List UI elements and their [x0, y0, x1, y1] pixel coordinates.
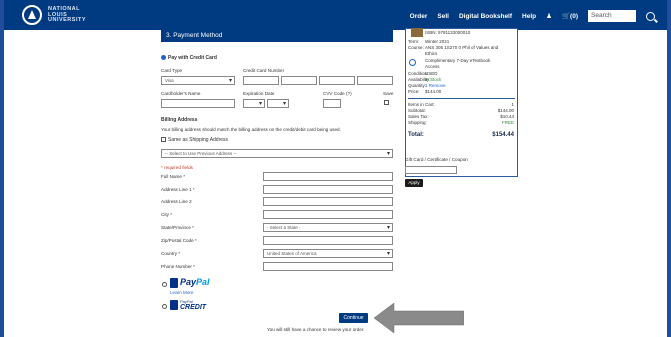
apply-button[interactable]: Apply — [405, 179, 423, 187]
pay-credit-label: Pay with Credit Card — [168, 55, 217, 61]
summary-condition-value: USED — [425, 71, 438, 76]
same-as-shipping-label: Same as Shipping Address — [168, 137, 229, 143]
cart-count: (0) — [570, 13, 578, 20]
gift-card-label: Gift Card / Certificate / Coupon — [405, 157, 468, 162]
expiration-month-select[interactable] — [243, 99, 265, 108]
save-card-label: Save — [383, 91, 394, 96]
nav-sell[interactable]: Sell — [437, 13, 449, 20]
expiration-year-select[interactable] — [267, 99, 289, 108]
zip-label: Zip/Postal Code * — [161, 238, 197, 243]
summary-items-label: Items in Cart: — [408, 102, 435, 107]
main-nav: Order Sell Digital Bookshelf Help ♟ 🛒(0)… — [410, 10, 655, 22]
full-name-input[interactable] — [263, 172, 393, 181]
summary-shipping-label: Shipping: — [408, 120, 427, 125]
paypal-radio[interactable] — [162, 282, 167, 287]
address2-label: Address Line 2 — [161, 199, 192, 204]
summary-total-value: $154.44 — [492, 132, 514, 138]
summary-term-label: Term: — [408, 39, 420, 44]
continue-button[interactable]: Continue — [339, 313, 368, 323]
summary-course-value-2: Ethics — [425, 51, 438, 56]
summary-term-value: Winter 2021 — [425, 39, 450, 44]
card-type-select[interactable]: Visa — [161, 76, 235, 85]
summary-subtotal-value: $144.00 — [497, 108, 514, 113]
paypal-credit-logo-icon — [170, 300, 178, 310]
state-label: State/Province * — [161, 225, 194, 230]
paypal-credit-wordmark: PayPal CREDIT — [180, 300, 207, 312]
summary-tax-value: $10.44 — [500, 114, 514, 119]
summary-access-2: Access — [425, 64, 440, 69]
card-number-label: Credit Card Number — [243, 68, 285, 73]
nav-order[interactable]: Order — [410, 13, 428, 20]
country-label: Country * — [161, 251, 181, 256]
save-card-checkbox[interactable] — [384, 100, 389, 105]
card-type-label: Card Type — [161, 68, 183, 73]
address2-input[interactable] — [263, 197, 393, 206]
address1-input[interactable] — [263, 185, 393, 194]
summary-quantity-label: Quantity: — [408, 83, 427, 88]
previous-address-select[interactable]: -- Select to Use Previous Address -- — [161, 149, 393, 158]
summary-subtotal-label: Subtotal: — [408, 108, 426, 113]
search-input[interactable]: Search — [588, 10, 636, 22]
user-icon[interactable]: ♟ — [546, 12, 552, 20]
required-fields-note: * required fields — [161, 165, 193, 170]
card-number-part-2[interactable] — [281, 76, 317, 85]
payment-method-header: 3. Payment Method — [161, 30, 393, 42]
summary-access-1: Complimentary 7-Day eTextbook — [425, 58, 491, 63]
summary-items-value: 1 — [511, 102, 514, 107]
paypal-learn-more-link[interactable]: Learn More — [170, 290, 194, 295]
card-number-part-1[interactable] — [243, 76, 279, 85]
phone-label: Phone Number * — [161, 264, 195, 269]
callout-arrow-icon — [374, 303, 464, 333]
billing-note: Your billing address should match the bi… — [161, 127, 341, 132]
nav-digital-bookshelf[interactable]: Digital Bookshelf — [459, 13, 512, 20]
country-select[interactable]: United States of America — [263, 249, 393, 258]
search-icon[interactable] — [646, 11, 655, 21]
page-frame: NATIONAL LOUIS UNIVERSITY Order Sell Dig… — [4, 0, 667, 337]
summary-price-value: $144.00 — [425, 89, 442, 94]
expiration-label: Expiration Date — [243, 91, 275, 96]
pay-credit-radio[interactable] — [161, 55, 166, 60]
top-nav-bar: NATIONAL LOUIS UNIVERSITY Order Sell Dig… — [4, 0, 667, 30]
summary-total-label: Total: — [408, 132, 424, 138]
gift-card-input[interactable] — [405, 166, 457, 174]
address1-label: Address Line 1 * — [161, 187, 195, 192]
brand-name[interactable]: NATIONAL LOUIS UNIVERSITY — [48, 6, 87, 24]
summary-divider — [408, 98, 515, 99]
paypal-logo-icon — [170, 278, 178, 288]
cardholder-name-input[interactable] — [161, 99, 235, 108]
cvv-input[interactable] — [323, 99, 341, 108]
summary-shipping-value: FREE — [501, 120, 514, 125]
paypal-wordmark: PayPal — [180, 277, 210, 287]
zip-input[interactable] — [263, 236, 393, 245]
phone-input[interactable] — [263, 262, 393, 271]
brand-line-3: UNIVERSITY — [48, 17, 87, 23]
summary-course-label: Course: — [408, 45, 424, 50]
card-number-part-4[interactable] — [357, 76, 393, 85]
summary-quantity-remove-link[interactable]: 1 Remove — [425, 83, 446, 88]
card-number-part-3[interactable] — [319, 76, 355, 85]
nav-help[interactable]: Help — [522, 13, 536, 20]
university-logo-icon[interactable] — [22, 5, 42, 25]
summary-isbn: ISBN: 9781133000010 — [425, 30, 471, 35]
cart-button[interactable]: 🛒(0) — [562, 12, 578, 20]
billing-address-title: Billing Address — [161, 117, 198, 123]
paypal-wordmark-pal: Pal — [196, 277, 210, 287]
review-note: You will still have a chance to review y… — [267, 327, 365, 332]
summary-availability-value: In Stock — [425, 77, 442, 82]
cardholder-label: Cardholder's Name — [161, 91, 201, 96]
paypal-wordmark-pay: Pay — [180, 277, 197, 287]
summary-tax-label: Sales Tax: — [408, 114, 429, 119]
state-select[interactable]: - Select a State - — [263, 223, 393, 232]
same-as-shipping-checkbox[interactable] — [161, 137, 166, 142]
paypal-credit-bottom: CREDIT — [180, 304, 207, 311]
paypal-credit-radio[interactable] — [162, 304, 167, 309]
book-thumbnail — [411, 28, 423, 37]
city-label: City * — [161, 212, 172, 217]
full-name-label: Full Name * — [161, 174, 185, 179]
cvv-label: CVV Code (?) — [323, 91, 352, 96]
summary-price-label: Price: — [408, 89, 420, 94]
summary-course-value-1: ANS 305 1S270 0 Phil of Values and — [425, 45, 499, 50]
clock-icon — [409, 59, 416, 66]
city-input[interactable] — [263, 210, 393, 219]
